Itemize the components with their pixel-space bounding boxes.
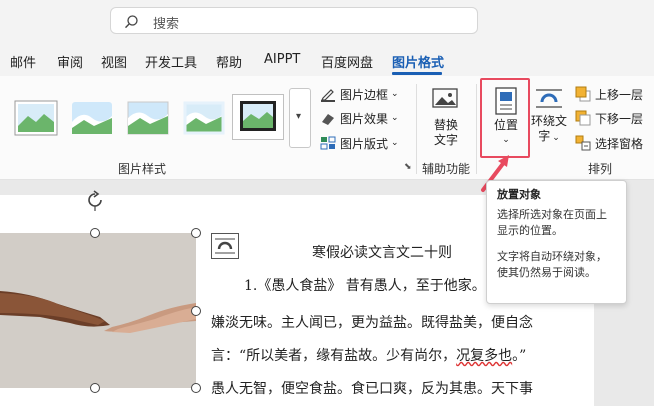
spellcheck-underline-text: 况复多也	[456, 348, 513, 364]
position-button-highlight	[480, 78, 530, 158]
picture-border-button[interactable]: 图片边框 ⌄	[320, 84, 399, 104]
tab-review[interactable]: 审阅	[57, 52, 83, 71]
tab-developer[interactable]: 开发工具	[145, 52, 197, 71]
picture-style-thumbnail[interactable]	[70, 100, 114, 136]
chevron-down-icon: ▾	[296, 111, 302, 122]
resize-handle[interactable]	[191, 306, 201, 316]
tooltip-title: 放置对象	[497, 188, 541, 201]
search-icon	[125, 15, 138, 29]
selection-pane-button[interactable]: 选择窗格	[575, 133, 643, 153]
document-line: 言：“所以美者，缘有盐故。少有尚尔，况复多也。”	[211, 348, 527, 364]
picture-style-thumbnail[interactable]	[14, 100, 58, 136]
title-bar: 搜索	[0, 0, 654, 44]
search-placeholder: 搜索	[153, 17, 180, 32]
resize-handle[interactable]	[191, 383, 201, 393]
picture-layout-button[interactable]: 图片版式 ⌄	[320, 133, 399, 153]
picture-style-thumbnail-selected[interactable]	[232, 94, 284, 140]
tab-view[interactable]: 视图	[101, 52, 127, 71]
picture-layout-icon	[320, 135, 336, 151]
tooltip-note: 文字将自动环绕对象，使其仍然易于阅读。	[497, 250, 607, 279]
tooltip-description: 选择所选对象在页面上显示的位置。	[497, 208, 607, 237]
group-separator	[476, 84, 477, 174]
resize-handle[interactable]	[90, 228, 100, 238]
tab-picture-format[interactable]: 图片格式	[392, 52, 444, 71]
tab-aippt[interactable]: AIPPT	[264, 52, 300, 67]
selected-picture[interactable]	[0, 233, 196, 388]
document-heading: 寒假必读文言文二十则	[312, 245, 452, 261]
tab-baidu-netdisk[interactable]: 百度网盘	[321, 52, 373, 71]
bring-forward-button[interactable]: 上移一层	[575, 84, 643, 104]
resize-handle[interactable]	[191, 228, 201, 238]
tab-mailings[interactable]: 邮件	[10, 52, 36, 71]
layout-options-icon[interactable]	[211, 233, 239, 259]
picture-styles-group-label: 图片样式	[118, 162, 167, 176]
search-box[interactable]: 搜索	[110, 7, 478, 34]
send-backward-icon	[575, 110, 591, 126]
picture-style-thumbnail[interactable]	[182, 100, 226, 136]
ribbon-tabs: 邮件 审阅 视图 开发工具 帮助 AIPPT 百度网盘 图片格式	[0, 44, 654, 76]
alt-text-button[interactable]: 替换 文字	[424, 86, 468, 148]
bring-forward-icon	[575, 86, 591, 102]
chevron-down-icon: ⌄	[391, 113, 399, 123]
active-tab-indicator	[392, 72, 442, 75]
picture-style-thumbnail[interactable]	[126, 100, 170, 136]
resize-handle[interactable]	[90, 383, 100, 393]
arrange-group-label: 排列	[588, 162, 613, 176]
picture-effects-button[interactable]: 图片效果 ⌄	[320, 108, 399, 128]
tab-help[interactable]: 帮助	[216, 52, 242, 71]
document-line: 愚人无智，便空食盐。食已口爽，反为其患。天下事	[211, 381, 533, 397]
wrap-text-icon	[536, 89, 562, 108]
chevron-down-icon: ⌄	[552, 133, 560, 143]
chevron-down-icon: ⌄	[391, 89, 399, 99]
document-line: 嫌淡无味。主人闻已，更为益盐。既得盐美，便自念	[211, 315, 533, 331]
tooltip: 放置对象 选择所选对象在页面上显示的位置。 文字将自动环绕对象，使其仍然易于阅读…	[486, 180, 627, 304]
document-line: 1.《愚人食盐》 昔有愚人，至于他家。	[244, 278, 486, 294]
send-backward-button[interactable]: 下移一层	[575, 108, 643, 128]
alt-text-icon	[432, 88, 458, 108]
selection-pane-icon	[575, 135, 591, 151]
styles-gallery-more-button[interactable]: ▾	[289, 88, 311, 148]
rotate-handle-icon[interactable]	[84, 189, 106, 211]
dialog-launcher-icon[interactable]: ⬊	[404, 162, 412, 172]
picture-effects-icon	[320, 110, 336, 126]
accessibility-group-label: 辅助功能	[422, 162, 471, 176]
wrap-text-button[interactable]: 环绕文 字 ⌄	[528, 86, 570, 146]
picture-border-icon	[320, 86, 336, 102]
ribbon-panel: ▾ 图片边框 ⌄ 图片效果 ⌄ 图片版式 ⌄ 图片样式 ⬊ 替换 文字 辅助功能 位置…	[0, 76, 654, 180]
chevron-down-icon: ⌄	[391, 138, 399, 148]
group-separator	[416, 84, 417, 174]
